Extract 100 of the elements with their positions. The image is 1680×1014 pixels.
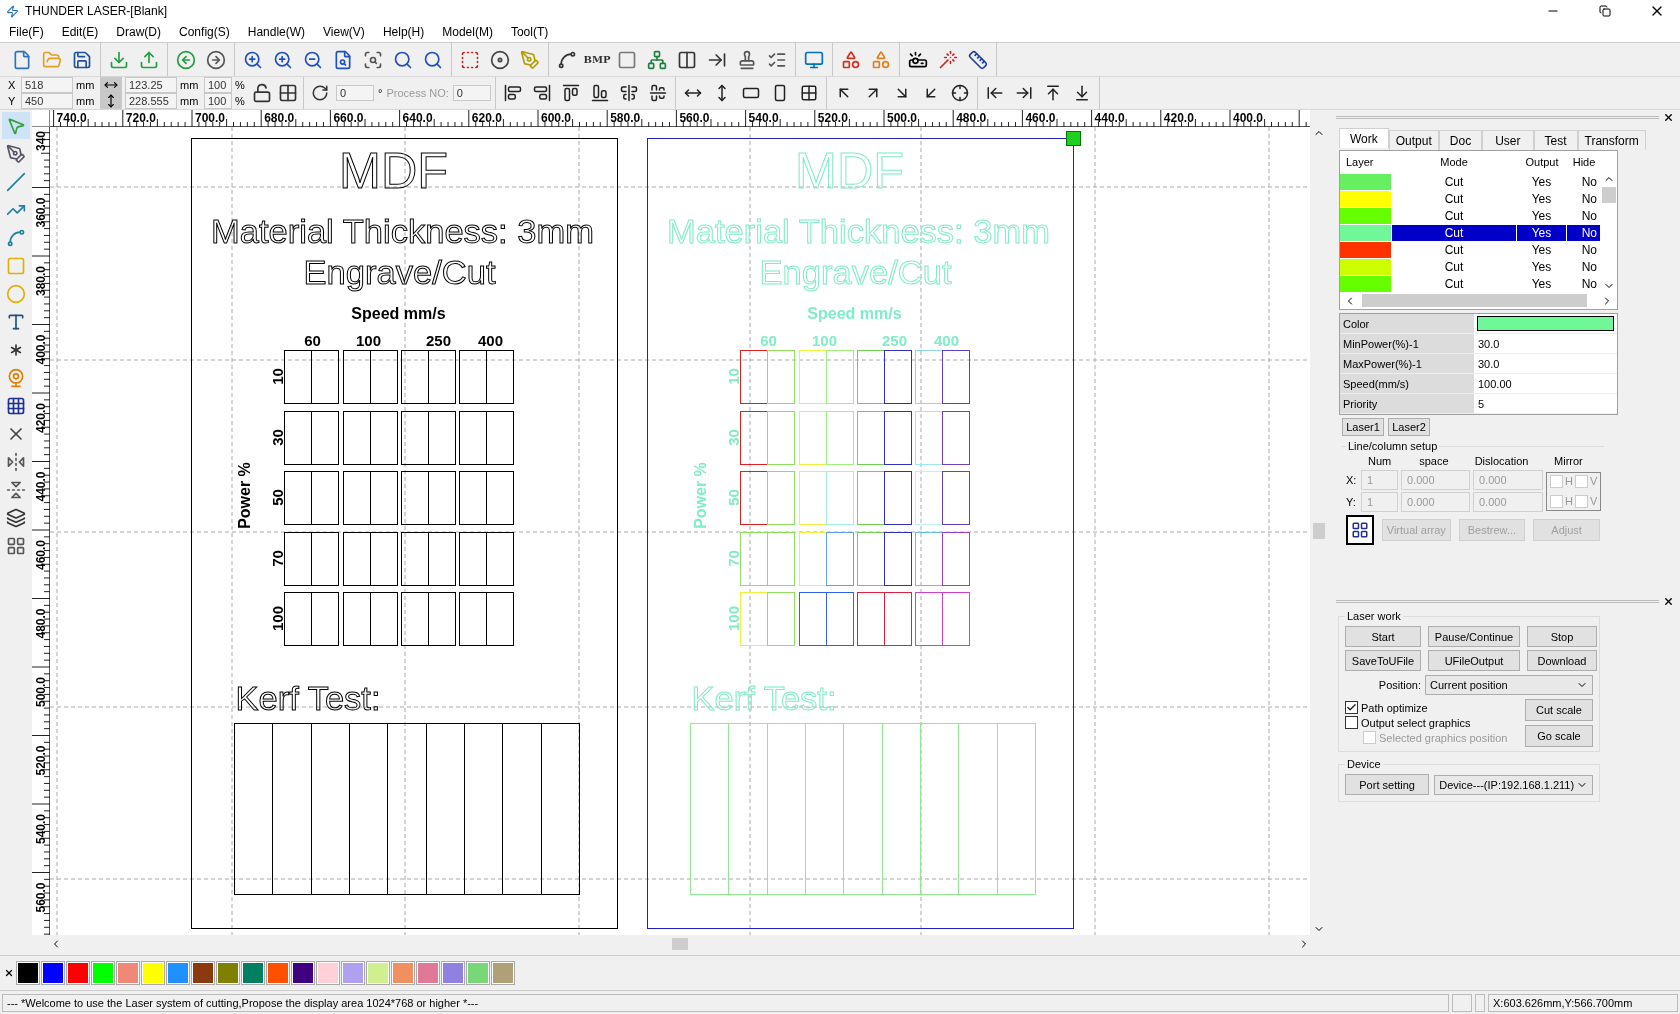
process-no-field[interactable]: 0 — [452, 85, 491, 101]
scroll-thumb[interactable] — [672, 938, 688, 950]
speed-label: Speed mm/s — [351, 304, 446, 322]
laser-button[interactable]: Laser2 — [1388, 418, 1430, 436]
speed-value: 100 — [356, 331, 381, 349]
layer-row[interactable]: Cut Yes No — [1340, 207, 1601, 224]
action-button[interactable]: Start — [1345, 626, 1421, 647]
menu-item[interactable]: Edit(E) — [52, 25, 108, 39]
ruler-label: 540.0 — [34, 813, 48, 844]
column-header: Output — [1524, 156, 1560, 168]
panel-tab[interactable]: Doc — [1438, 130, 1483, 150]
scale-button[interactable]: Go scale — [1525, 725, 1593, 747]
action-button[interactable]: Pause/Continue — [1428, 626, 1520, 647]
ruler-label: 440.0 — [1094, 111, 1125, 125]
table-cell: Cut — [1392, 224, 1516, 241]
checkbox[interactable] — [1345, 701, 1358, 714]
status-panel — [1475, 993, 1485, 1012]
checkbox[interactable] — [1345, 716, 1358, 729]
action-button[interactable]: Download — [1527, 650, 1597, 671]
option-label: Path optimize — [1361, 701, 1428, 714]
ruler-label: 380.0 — [34, 265, 48, 296]
ruler-label: 620.0 — [471, 111, 502, 125]
bitmap-button[interactable]: BMP — [583, 45, 611, 74]
panel-tab[interactable]: Output — [1388, 130, 1439, 150]
speed-value: 400 — [478, 331, 503, 349]
port-setting-button[interactable]: Port setting — [1345, 774, 1430, 795]
menu-item[interactable]: Model(M) — [433, 25, 502, 39]
angle-field[interactable]: 0 — [336, 85, 374, 101]
ruler-label: 700.0 — [195, 111, 226, 125]
percent-label: % — [235, 95, 246, 107]
menu-item[interactable]: Help(H) — [373, 25, 434, 39]
unit-label: mm — [76, 79, 96, 91]
panel-tab[interactable]: User — [1482, 130, 1534, 150]
layer-row[interactable]: Cut Yes No — [1340, 241, 1601, 258]
property-value[interactable]: 5 — [1474, 394, 1617, 413]
scale-y-field[interactable]: 100 — [204, 93, 232, 109]
ruler-label: 720.0 — [125, 111, 156, 125]
layer-row[interactable]: Cut Yes No — [1340, 258, 1601, 275]
width-icon[interactable] — [100, 77, 122, 93]
action-button[interactable]: UFileOutput — [1428, 650, 1520, 671]
menu-item[interactable]: Tool(T) — [501, 25, 558, 39]
mirror-label: V — [1589, 475, 1598, 487]
ruler-label: 440.0 — [34, 471, 48, 502]
scale-x-field[interactable]: 100 — [204, 77, 232, 93]
close-icon[interactable] — [1663, 111, 1674, 123]
width-field[interactable]: 123.25 — [125, 77, 177, 93]
ruler-label: 400.0 — [1233, 111, 1264, 125]
close-icon[interactable] — [4, 968, 14, 978]
column-header: Layer — [1345, 156, 1375, 168]
property-label: Color — [1340, 314, 1474, 333]
power-value: 10 — [724, 368, 742, 385]
menu-item[interactable]: Config(S) — [170, 25, 239, 39]
column-header: Hide — [1571, 156, 1597, 168]
property-value[interactable]: 100.00 — [1474, 374, 1617, 393]
panel-tab[interactable]: Transform — [1577, 130, 1646, 150]
action-button[interactable]: SaveToUFile — [1345, 650, 1421, 671]
column-header: Num — [1367, 455, 1393, 467]
status-panel — [1452, 993, 1472, 1012]
property-label: MaxPower(%)-1 — [1340, 354, 1474, 373]
ruler-label: 340 — [34, 130, 48, 151]
menu-item[interactable]: Draw(D) — [107, 25, 171, 39]
menu-item[interactable]: View(V) — [314, 25, 374, 39]
scroll-thumb[interactable] — [1362, 294, 1587, 307]
property-value[interactable]: 30.0 — [1474, 334, 1617, 353]
layer-row[interactable]: Cut Yes No — [1340, 190, 1601, 207]
color-swatch[interactable] — [1477, 316, 1614, 331]
property-value[interactable]: 30.0 — [1474, 354, 1617, 373]
height-field[interactable]: 228.555 — [125, 93, 177, 109]
layer-row[interactable]: Cut Yes No — [1340, 224, 1601, 241]
app-logo-icon — [6, 4, 19, 18]
array-icon[interactable] — [1346, 515, 1375, 545]
scroll-thumb[interactable] — [1602, 187, 1616, 203]
ruler-label: 580.0 — [610, 111, 641, 125]
panel-tab[interactable]: Work — [1339, 128, 1389, 148]
laser-button[interactable]: Laser1 — [1342, 418, 1384, 436]
unit-label: mm — [180, 95, 200, 107]
menu-item[interactable]: File(F) — [0, 25, 53, 39]
x-field[interactable]: 518 — [21, 77, 73, 93]
property-label: MinPower(%)-1 — [1340, 334, 1474, 353]
ruler-label: 420.0 — [34, 402, 48, 433]
device-select[interactable]: Device---(IP:192.168.1.211) — [1434, 774, 1593, 795]
scale-button[interactable]: Cut scale — [1525, 699, 1593, 721]
panel-tab[interactable]: Test — [1533, 130, 1578, 150]
option-label: Output select graphics — [1361, 716, 1471, 729]
percent-label: % — [235, 79, 246, 91]
subtitle-text: Material Thickness: 3mm — [667, 211, 1045, 250]
action-button[interactable]: Stop — [1527, 626, 1597, 647]
layer-row[interactable]: Cut Yes No — [1340, 173, 1601, 190]
subtitle-text: Engrave/Cut — [303, 252, 493, 291]
menu-item[interactable]: Handle(W) — [238, 25, 315, 39]
plate-outline[interactable] — [191, 138, 618, 929]
close-icon[interactable] — [1663, 595, 1674, 607]
height-icon[interactable] — [100, 93, 122, 109]
scroll-thumb[interactable] — [1313, 523, 1325, 539]
selection-handle[interactable] — [1066, 131, 1081, 146]
group-title: Line/column setup — [1346, 440, 1440, 452]
layer-row[interactable]: Cut Yes No — [1340, 275, 1601, 292]
design-canvas[interactable] — [50, 127, 1310, 935]
y-field[interactable]: 450 — [21, 93, 73, 109]
position-select[interactable]: Current position — [1425, 675, 1593, 695]
